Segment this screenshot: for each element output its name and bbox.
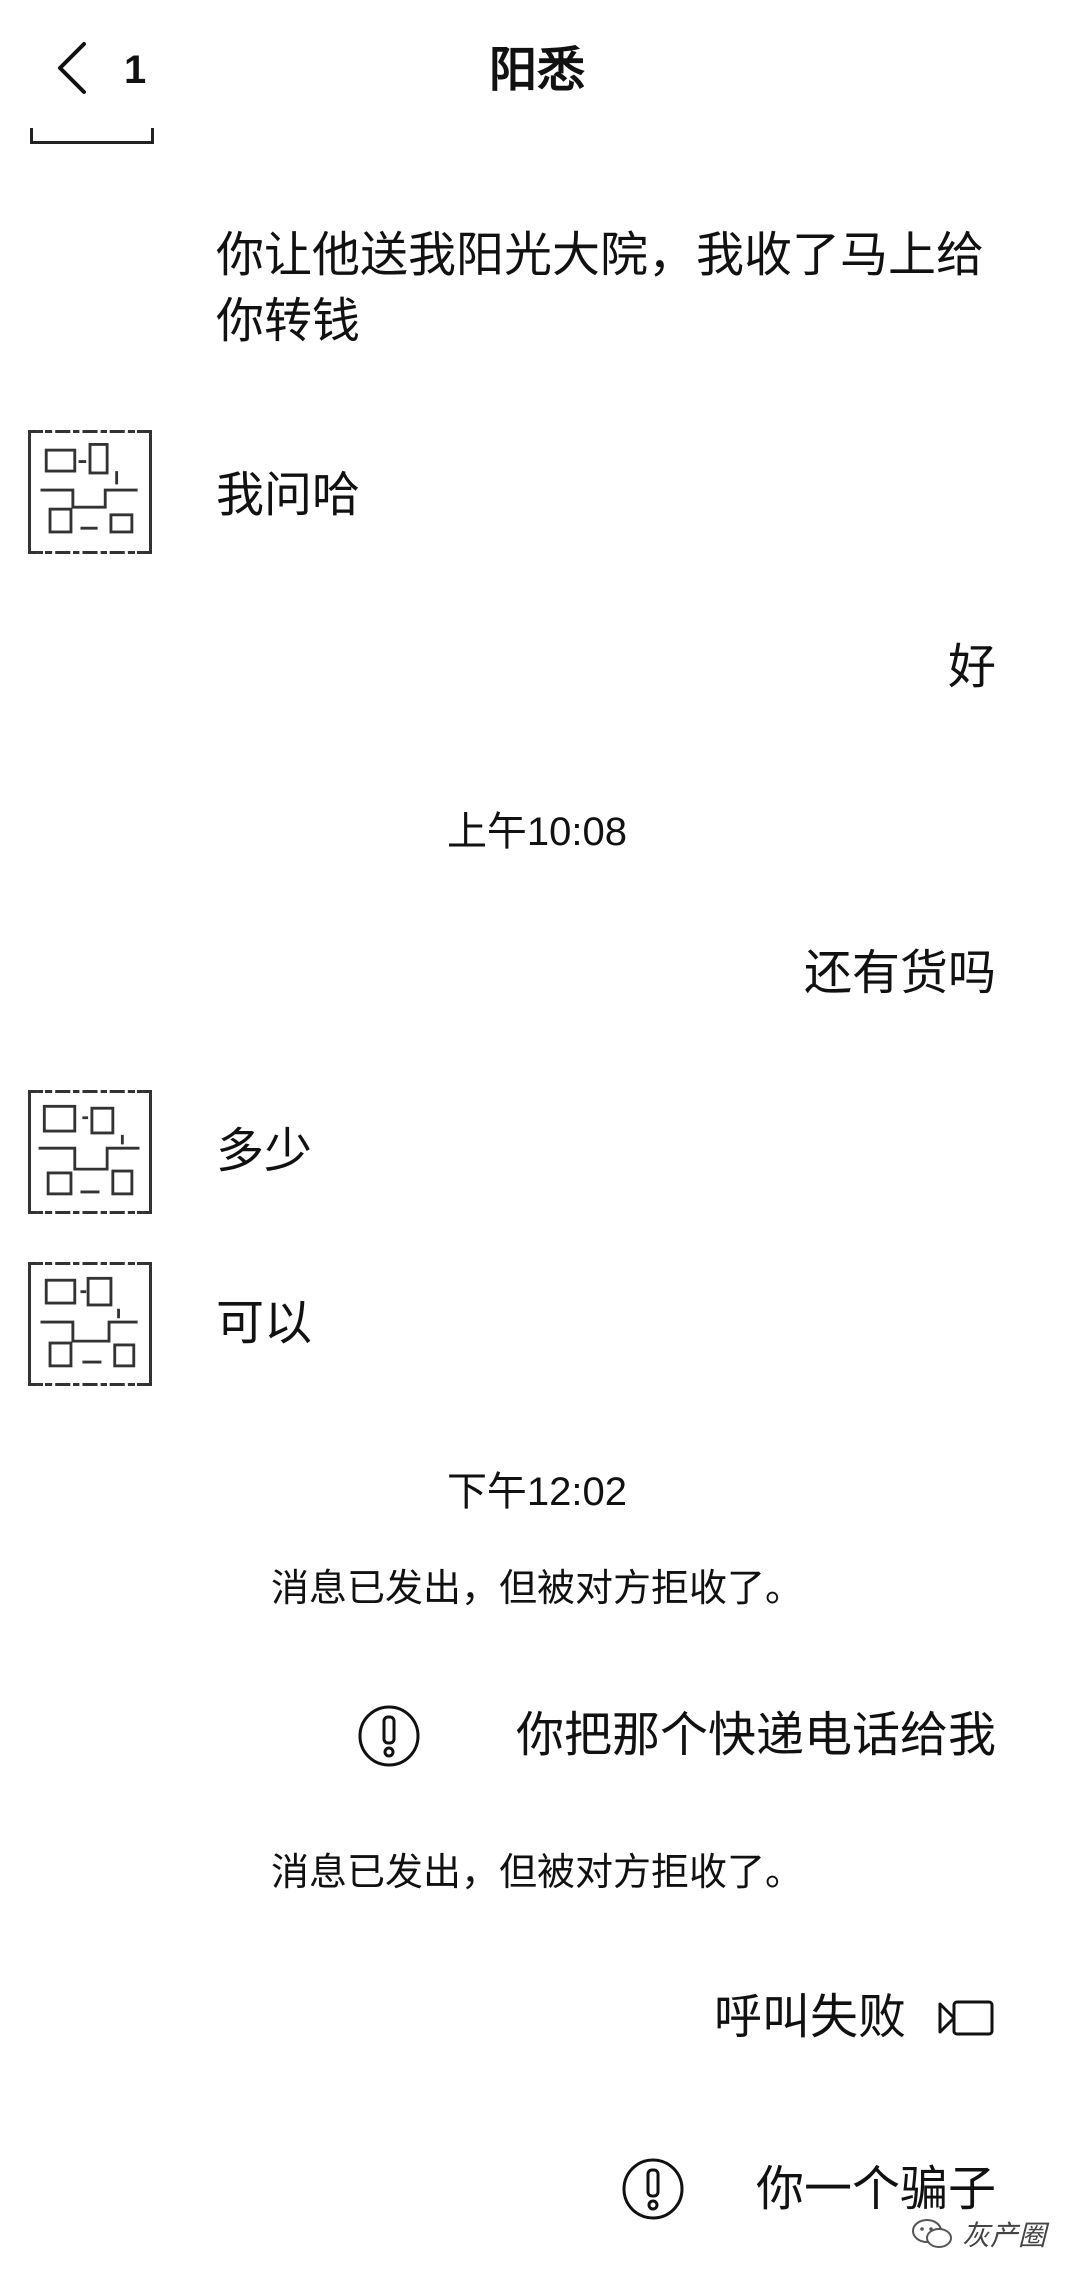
message-text: 你把那个快递电话给我 xyxy=(515,1707,996,1763)
call-failed-message[interactable]: 呼叫失败 xyxy=(714,1984,906,2050)
chat-title: 阳悉 xyxy=(488,42,585,98)
message-text: 呼叫失败 xyxy=(713,1989,906,2045)
rejected-notice: 消息已发出，但被对方拒收了。 xyxy=(270,1566,803,1610)
exclamation-circle-icon[interactable] xyxy=(620,2156,686,2222)
message-text: 可以 xyxy=(216,1295,313,1351)
message-text: 还有货吗 xyxy=(803,945,996,1001)
timestamp-separator: 上午10:08 xyxy=(446,810,628,854)
message-outgoing: 你让他送我阳光大院，我收了马上给你转钱 xyxy=(216,222,996,354)
message-text: 我问哈 xyxy=(216,467,361,523)
message-text: 你一个骗子 xyxy=(755,2161,996,2217)
timestamp-separator: 下午12:02 xyxy=(446,1470,628,1514)
message-incoming: 多少 xyxy=(216,1118,312,1184)
avatar[interactable] xyxy=(28,1090,152,1214)
avatar[interactable] xyxy=(28,1262,152,1386)
watermark: 灰产圈 xyxy=(910,2212,1046,2256)
message-outgoing-failed: 你把那个快递电话给我 xyxy=(516,1702,996,1768)
video-call-icon xyxy=(936,1996,996,2040)
message-text: 好 xyxy=(947,639,996,695)
message-text: 你让他送我阳光大院，我收了马上给你转钱 xyxy=(216,227,985,349)
chat-header: 1 阳悉 xyxy=(0,0,1074,140)
wechat-icon xyxy=(910,2216,954,2252)
message-text: 多少 xyxy=(216,1123,313,1179)
message-incoming: 可以 xyxy=(216,1290,312,1356)
message-incoming: 我问哈 xyxy=(216,462,360,528)
watermark-text: 灰产圈 xyxy=(961,2219,1046,2252)
message-outgoing: 好 xyxy=(948,634,996,700)
exclamation-circle-icon[interactable] xyxy=(356,1703,422,1769)
avatar[interactable] xyxy=(28,430,152,554)
rejected-notice: 消息已发出，但被对方拒收了。 xyxy=(270,1850,803,1894)
partial-message-bubble xyxy=(30,128,154,144)
message-outgoing: 还有货吗 xyxy=(804,940,996,1006)
